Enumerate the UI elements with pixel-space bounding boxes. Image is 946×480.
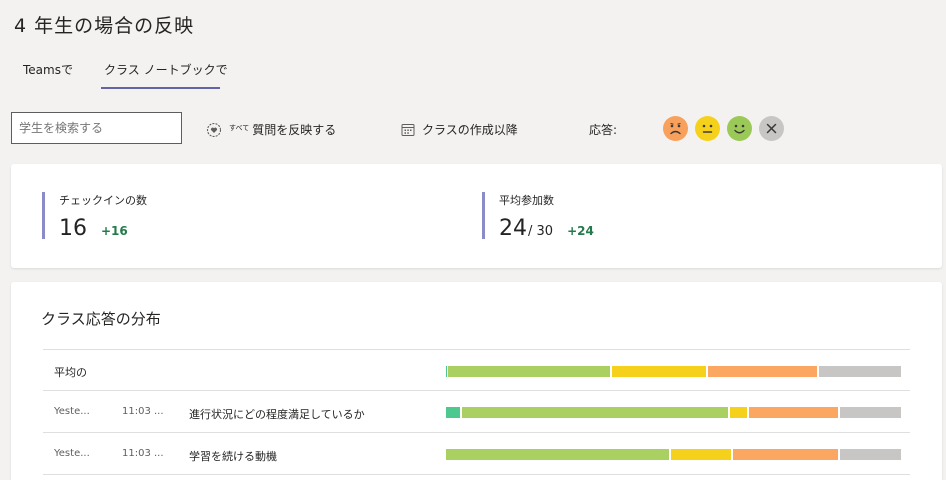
active-tab-indicator — [101, 87, 220, 89]
bar-segment-none — [839, 449, 901, 460]
date-range-label: クラスの作成以降 — [422, 123, 518, 137]
bar-segment-bad — [748, 407, 838, 418]
student-search-input[interactable] — [11, 112, 182, 144]
row-time: 11:03 ... — [122, 406, 164, 417]
participation-label: 平均参加数 — [499, 194, 554, 207]
row-divider — [43, 474, 910, 475]
happy-face-icon — [727, 116, 752, 141]
participation-stat: 平均参加数 24 / 30 +24 — [482, 192, 594, 241]
tab-class-notebook[interactable]: クラス ノートブックで — [102, 61, 230, 78]
row-time: 11:03 ... — [122, 448, 164, 459]
happy-emoji-filter[interactable] — [727, 116, 752, 141]
bar-segment-ok — [671, 449, 731, 460]
bar-segment-good — [448, 366, 611, 377]
tab-teams[interactable]: Teamsで — [21, 61, 75, 78]
average-row-label: 平均の — [54, 366, 87, 379]
bar-segment-ok — [612, 366, 706, 377]
bar-segment-none — [839, 407, 901, 418]
bar-segment-very-good — [446, 407, 460, 418]
bar-segment-none — [819, 366, 901, 377]
checkins-delta: +16 — [101, 224, 128, 238]
row-question[interactable]: 学習を続ける動機 — [189, 448, 277, 464]
bar-segment-ok — [730, 407, 747, 418]
calendar-icon — [401, 123, 415, 136]
bar-segment-good — [461, 407, 729, 418]
row-divider — [43, 390, 910, 391]
distribution-title: クラス応答の分布 — [41, 310, 161, 328]
participation-delta: +24 — [567, 224, 594, 238]
row-divider — [43, 432, 910, 433]
participation-total: / 30 — [528, 224, 554, 239]
distribution-card: クラス応答の分布 平均の Yeste... 11:03 ... 進行状況にどの程… — [11, 282, 942, 480]
row-date: Yeste... — [54, 406, 90, 417]
bar-segment-very-good — [446, 366, 447, 377]
bar-segment-good — [446, 449, 670, 460]
question-filter-dropdown[interactable]: すべて 質問を反映する — [206, 121, 336, 138]
row-divider — [43, 349, 910, 350]
sad-face-icon — [663, 116, 688, 141]
filter-scope-label: すべて — [229, 123, 250, 132]
checkins-label: チェックインの数 — [59, 194, 147, 207]
neutral-emoji-filter[interactable] — [695, 116, 720, 141]
no-response-filter[interactable] — [759, 116, 784, 141]
sad-emoji-filter[interactable] — [663, 116, 688, 141]
bar-segment-bad — [707, 366, 818, 377]
neutral-face-icon — [695, 116, 720, 141]
date-range-dropdown[interactable]: クラスの作成以降 — [401, 121, 518, 138]
responses-label: 応答: — [589, 123, 618, 137]
filter-label: 質問を反映する — [252, 123, 337, 137]
heart-reflect-icon — [206, 122, 222, 137]
summary-card: チェックインの数 16 +16 平均参加数 24 / 30 +24 — [11, 164, 942, 268]
row-date: Yeste... — [54, 448, 90, 459]
bar-segment-bad — [732, 449, 838, 460]
close-icon — [759, 116, 784, 141]
checkins-value: 16 — [59, 216, 87, 241]
page-title: 4 年生の場合の反映 — [14, 15, 195, 37]
row-question[interactable]: 進行状況にどの程度満足しているか — [189, 406, 365, 422]
checkins-stat: チェックインの数 16 +16 — [42, 192, 147, 241]
participation-value: 24 — [499, 216, 527, 241]
